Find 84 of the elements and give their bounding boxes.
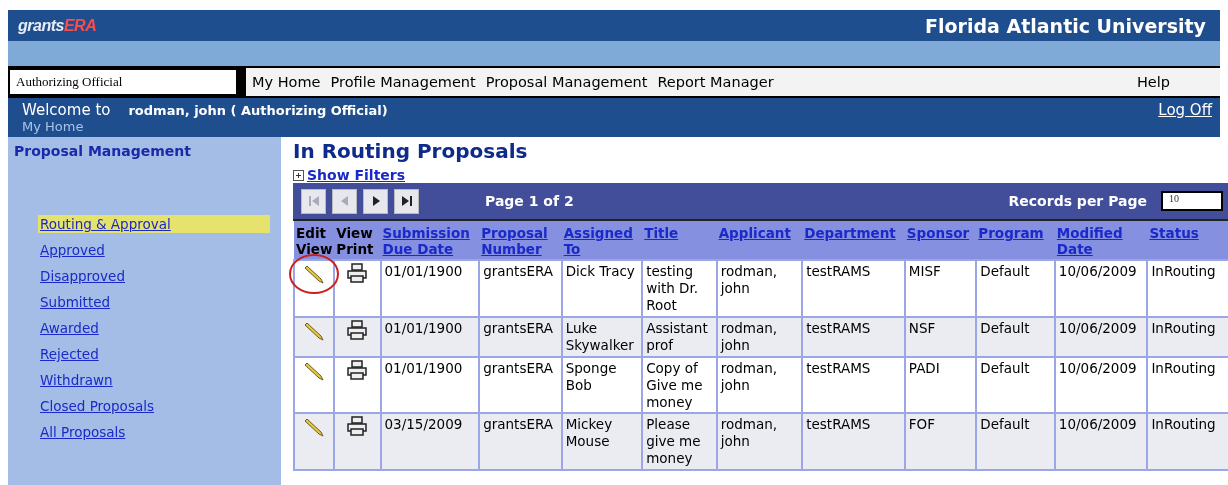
- table-cell: grantsERA: [483, 263, 554, 280]
- first-page-button[interactable]: [301, 188, 326, 214]
- printer-icon[interactable]: [346, 359, 369, 380]
- sidebar-link[interactable]: All Proposals: [38, 423, 128, 441]
- table-cell: Default: [980, 416, 1030, 433]
- table-cell: Assistant prof: [646, 320, 708, 353]
- printer-icon[interactable]: [346, 320, 369, 340]
- table-cell: rodman, john: [720, 359, 777, 393]
- table-cell: Sponge Bob: [565, 359, 617, 393]
- skip-forward-icon: [399, 195, 414, 207]
- table-cell: testing with Dr. Root: [646, 263, 699, 314]
- pencil-icon[interactable]: [303, 320, 326, 342]
- table-cell: 10/06/2009: [1058, 359, 1137, 376]
- welcome-label: Welcome to: [22, 101, 111, 119]
- table-cell: testRAMS: [806, 320, 871, 336]
- sidebar-link[interactable]: Withdrawn: [38, 371, 115, 389]
- table-cell: grantsERA: [483, 359, 554, 376]
- table-cell: testRAMS: [806, 359, 871, 376]
- column-header: View Print: [336, 225, 375, 258]
- printer-icon[interactable]: [346, 416, 369, 437]
- table-cell: grantsERA: [483, 416, 554, 433]
- sidebar-link[interactable]: Rejected: [38, 345, 101, 363]
- last-page-button[interactable]: [394, 188, 419, 214]
- table-cell: 03/15/2009: [384, 416, 463, 433]
- sidebar-link[interactable]: Routing & Approval: [38, 215, 270, 233]
- breadcrumb: My Home: [22, 119, 84, 134]
- table-cell: InRouting: [1151, 416, 1216, 433]
- pencil-icon[interactable]: [303, 416, 326, 439]
- table-cell: Default: [980, 263, 1030, 280]
- records-per-page-label: Records per Page: [1008, 193, 1147, 209]
- table-cell: Please give me money: [646, 416, 701, 467]
- table-cell: Mickey Mouse: [565, 416, 613, 450]
- printer-icon[interactable]: [346, 263, 369, 284]
- table-cell: 01/01/1900: [384, 320, 463, 336]
- table-cell: Luke Skywalker: [565, 320, 634, 353]
- table-cell: 10/06/2009: [1058, 263, 1137, 280]
- sidebar-link[interactable]: Approved: [38, 241, 107, 259]
- show-filters-link[interactable]: Show Filters: [307, 167, 406, 183]
- table-cell: 10/06/2009: [1058, 416, 1137, 433]
- table-cell: InRouting: [1151, 359, 1216, 376]
- highlight-circle: [288, 253, 341, 296]
- previous-page-button[interactable]: [332, 188, 357, 214]
- sidebar-link[interactable]: Closed Proposals: [38, 397, 156, 415]
- pencil-icon[interactable]: [303, 263, 326, 286]
- sidebar-link[interactable]: Disapproved: [38, 267, 127, 285]
- institution-name: Florida Atlantic University: [925, 14, 1206, 37]
- table-cell: NSF: [908, 320, 936, 336]
- sidebar-title: Proposal Management: [14, 143, 191, 159]
- table-cell: InRouting: [1151, 263, 1216, 280]
- table-cell: rodman, john: [720, 416, 777, 450]
- table-cell: 01/01/1900: [384, 263, 463, 280]
- page-title: In Routing Proposals: [293, 139, 528, 163]
- role-select[interactable]: Authorizing Official: [8, 68, 238, 96]
- menu-item[interactable]: Proposal Management: [485, 74, 648, 90]
- menu-item[interactable]: Profile Management: [330, 74, 476, 90]
- table-cell: rodman, john: [720, 263, 777, 297]
- table-cell: Default: [980, 359, 1030, 376]
- menu-item[interactable]: Report Manager: [657, 74, 774, 90]
- table-cell: Default: [980, 320, 1030, 336]
- skip-back-icon: [306, 195, 321, 207]
- table-cell: testRAMS: [806, 263, 871, 280]
- table-cell: 01/01/1900: [384, 359, 463, 376]
- next-page-button[interactable]: [363, 188, 388, 214]
- log-off-link[interactable]: Log Off: [1158, 101, 1212, 119]
- help-menu-item[interactable]: Help: [1136, 74, 1170, 90]
- table-cell: testRAMS: [806, 416, 871, 433]
- table-cell: PADI: [908, 359, 940, 376]
- sidebar-link[interactable]: Awarded: [38, 319, 101, 337]
- logo: grantsERA: [18, 16, 97, 35]
- table-cell: MISF: [908, 263, 941, 280]
- table-cell: FOF: [908, 416, 935, 433]
- column-header: Edit View: [296, 225, 333, 258]
- table-cell: Dick Tracy: [565, 263, 635, 280]
- table-cell: grantsERA: [483, 320, 554, 336]
- table-cell: rodman, john: [720, 320, 777, 353]
- records-per-page-field[interactable]: 10: [1161, 191, 1223, 211]
- expand-icon[interactable]: [293, 169, 304, 181]
- page-indicator: Page 1 of 2: [485, 193, 574, 209]
- user-role-text: rodman, john ( Authorizing Official): [128, 103, 388, 118]
- table-cell: 10/06/2009: [1058, 320, 1137, 336]
- table-cell: Copy of Give me money: [646, 359, 703, 410]
- menu-item[interactable]: My Home: [252, 74, 321, 90]
- table-cell: InRouting: [1151, 320, 1216, 336]
- sidebar-link[interactable]: Submitted: [38, 293, 113, 311]
